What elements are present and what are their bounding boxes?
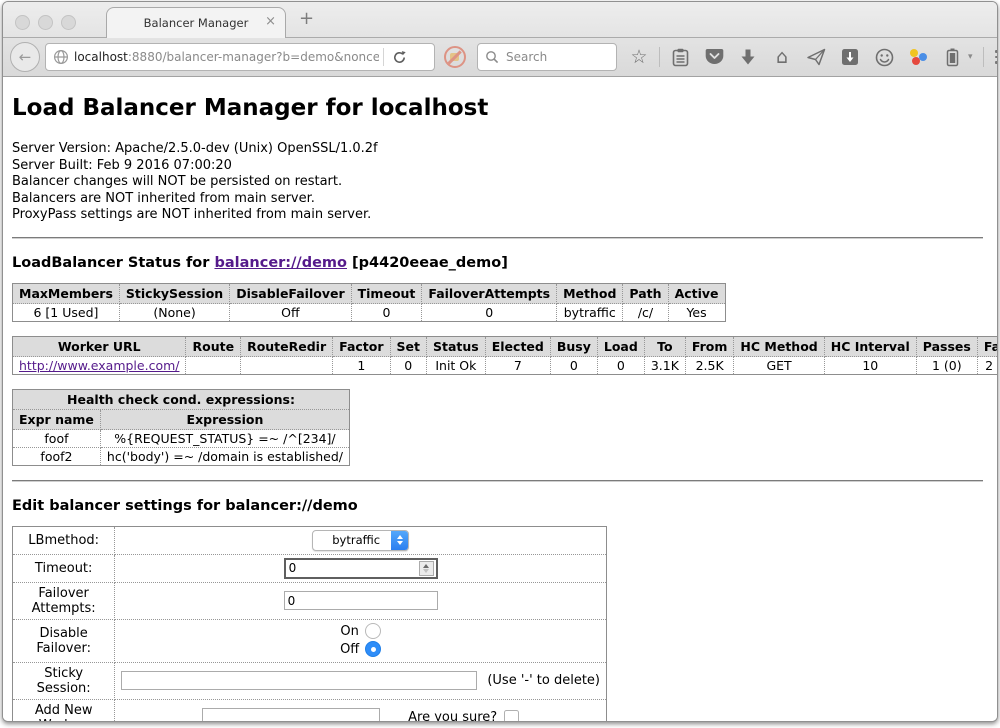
failover-attempts-input[interactable]	[284, 591, 438, 610]
table-title-row: Health check cond. expressions:	[13, 390, 349, 410]
balancer-settings-form: LBmethod: bytraffic Timeout:	[12, 526, 607, 723]
select-stepper-icon	[391, 531, 408, 550]
loadbalancer-status-heading: LoadBalancer Status for balancer://demo …	[12, 255, 983, 271]
divider	[12, 480, 983, 482]
url-bar[interactable]: localhost:8880/balancer-manager?b=demo&n…	[45, 43, 435, 71]
add-worker-label: Add New Worker:	[13, 700, 115, 723]
search-bar[interactable]	[477, 43, 617, 71]
url-text: localhost:8880/balancer-manager?b=demo&n…	[74, 50, 379, 64]
window-controls	[15, 15, 76, 30]
table-row: http://www.example.com/ 1 0 Init Ok 7 0 …	[13, 357, 998, 374]
save-to-box-icon[interactable]	[840, 46, 860, 68]
new-tab-button[interactable]: +	[299, 10, 314, 28]
sticky-session-row: Sticky Session: (Use '-' to delete)	[13, 663, 606, 700]
flashblock-icon[interactable]	[444, 46, 466, 68]
page-title: Load Balancer Manager for localhost	[12, 95, 983, 121]
home-icon[interactable]: ⌂	[772, 46, 792, 68]
timeout-label: Timeout:	[13, 555, 115, 583]
window-minimize-button[interactable]	[38, 15, 53, 30]
radio-off-label: Off	[340, 642, 359, 657]
device-battery-icon[interactable]	[942, 46, 962, 68]
failover-attempts-row: Failover Attempts:	[13, 583, 606, 620]
search-icon	[485, 50, 499, 64]
balancer-status-table: MaxMembers StickySession DisableFailover…	[12, 283, 726, 322]
lbmethod-selected-value: bytraffic	[325, 533, 387, 547]
radio-on-label: On	[340, 624, 358, 639]
disable-failover-row: Disable Failover: On Off	[13, 620, 606, 663]
chevron-down-icon[interactable]: ▾	[968, 52, 973, 62]
proxypass-note-line: ProxyPass settings are NOT inherited fro…	[12, 207, 983, 224]
number-spinner-icon[interactable]	[419, 561, 434, 576]
table-row: 6 [1 Used] (None) Off 0 0 bytraffic /c/ …	[13, 304, 725, 321]
timeout-row: Timeout:	[13, 555, 606, 583]
divider	[12, 237, 983, 239]
sticky-session-label: Sticky Session:	[13, 663, 115, 700]
table-row: foof2 hc('body') =~ /domain is establish…	[13, 448, 349, 465]
server-info: Server Version: Apache/2.5.0-dev (Unix) …	[12, 141, 983, 224]
disable-failover-label: Disable Failover:	[13, 620, 115, 663]
pocket-icon[interactable]	[704, 46, 724, 68]
reading-list-icon[interactable]	[670, 46, 690, 68]
browser-window: Balancer Manager × + ← localhost:8880/ba…	[2, 1, 998, 722]
back-arrow-icon: ←	[19, 48, 32, 66]
window-close-button[interactable]	[15, 15, 30, 30]
edit-balancer-heading: Edit balancer settings for balancer://de…	[12, 498, 983, 514]
lbmethod-row: LBmethod: bytraffic	[13, 527, 606, 555]
timeout-input[interactable]	[286, 561, 419, 575]
table-header-row: Worker URL Route RouteRedir Factor Set S…	[13, 337, 998, 357]
table-header-row: Expr name Expression	[13, 410, 349, 430]
feedback-smiley-icon[interactable]	[874, 46, 894, 68]
health-check-table: Health check cond. expressions: Expr nam…	[12, 389, 350, 466]
search-input[interactable]	[504, 49, 608, 65]
toolbar-icons: ☆ ⌂	[629, 46, 998, 68]
navigation-toolbar: ← localhost:8880/balancer-manager?b=demo…	[3, 38, 997, 77]
table-header-row: MaxMembers StickySession DisableFailover…	[13, 284, 725, 304]
lbmethod-label: LBmethod:	[13, 527, 115, 555]
are-you-sure-label: Are you sure?	[408, 710, 497, 722]
worker-table: Worker URL Route RouteRedir Factor Set S…	[12, 336, 998, 375]
sticky-session-hint: (Use '-' to delete)	[487, 673, 600, 688]
radio-on[interactable]	[365, 623, 381, 639]
add-worker-row: Add New Worker: Are you sure?	[13, 700, 606, 723]
timeout-field-wrap	[284, 558, 438, 579]
back-button[interactable]: ←	[10, 42, 40, 72]
are-you-sure-checkbox[interactable]	[504, 710, 519, 722]
radio-off[interactable]	[365, 641, 381, 657]
url-domain: localhost	[74, 50, 128, 64]
server-built-line: Server Built: Feb 9 2016 07:00:20	[12, 158, 983, 175]
tab-close-icon[interactable]: ×	[265, 15, 276, 28]
server-version-line: Server Version: Apache/2.5.0-dev (Unix) …	[12, 141, 983, 158]
add-worker-input[interactable]	[202, 708, 380, 722]
bookmark-star-icon[interactable]: ☆	[629, 46, 649, 68]
tab-strip: Balancer Manager × +	[3, 2, 997, 38]
window-zoom-button[interactable]	[61, 15, 76, 30]
extension-dots-icon[interactable]	[908, 46, 928, 68]
inherit-note-line: Balancers are NOT inherited from main se…	[12, 191, 983, 208]
url-path: :8880/balancer-manager?b=demo&nonce=decc…	[128, 50, 379, 64]
reload-icon[interactable]	[392, 50, 407, 65]
menu-hamburger-icon[interactable]	[994, 46, 998, 68]
table-row: foof %{REQUEST_STATUS} =~ /^[234]/	[13, 430, 349, 448]
tab-title: Balancer Manager	[144, 16, 249, 30]
send-plane-icon[interactable]	[806, 46, 826, 68]
failover-attempts-label: Failover Attempts:	[13, 583, 115, 620]
toolbar-separator	[659, 47, 660, 67]
lbmethod-select[interactable]: bytraffic	[312, 530, 409, 551]
tab-balancer-manager[interactable]: Balancer Manager ×	[106, 7, 286, 38]
sticky-session-input[interactable]	[121, 671, 477, 690]
downloads-icon[interactable]	[738, 46, 758, 68]
toolbar-separator-2	[983, 47, 984, 67]
url-divider	[383, 48, 384, 66]
globe-icon	[53, 49, 69, 65]
balancer-demo-link[interactable]: balancer://demo	[214, 255, 347, 271]
worker-url-link[interactable]: http://www.example.com/	[19, 358, 179, 373]
page-content: Load Balancer Manager for localhost Serv…	[3, 77, 997, 722]
persist-note-line: Balancer changes will NOT be persisted o…	[12, 174, 983, 191]
